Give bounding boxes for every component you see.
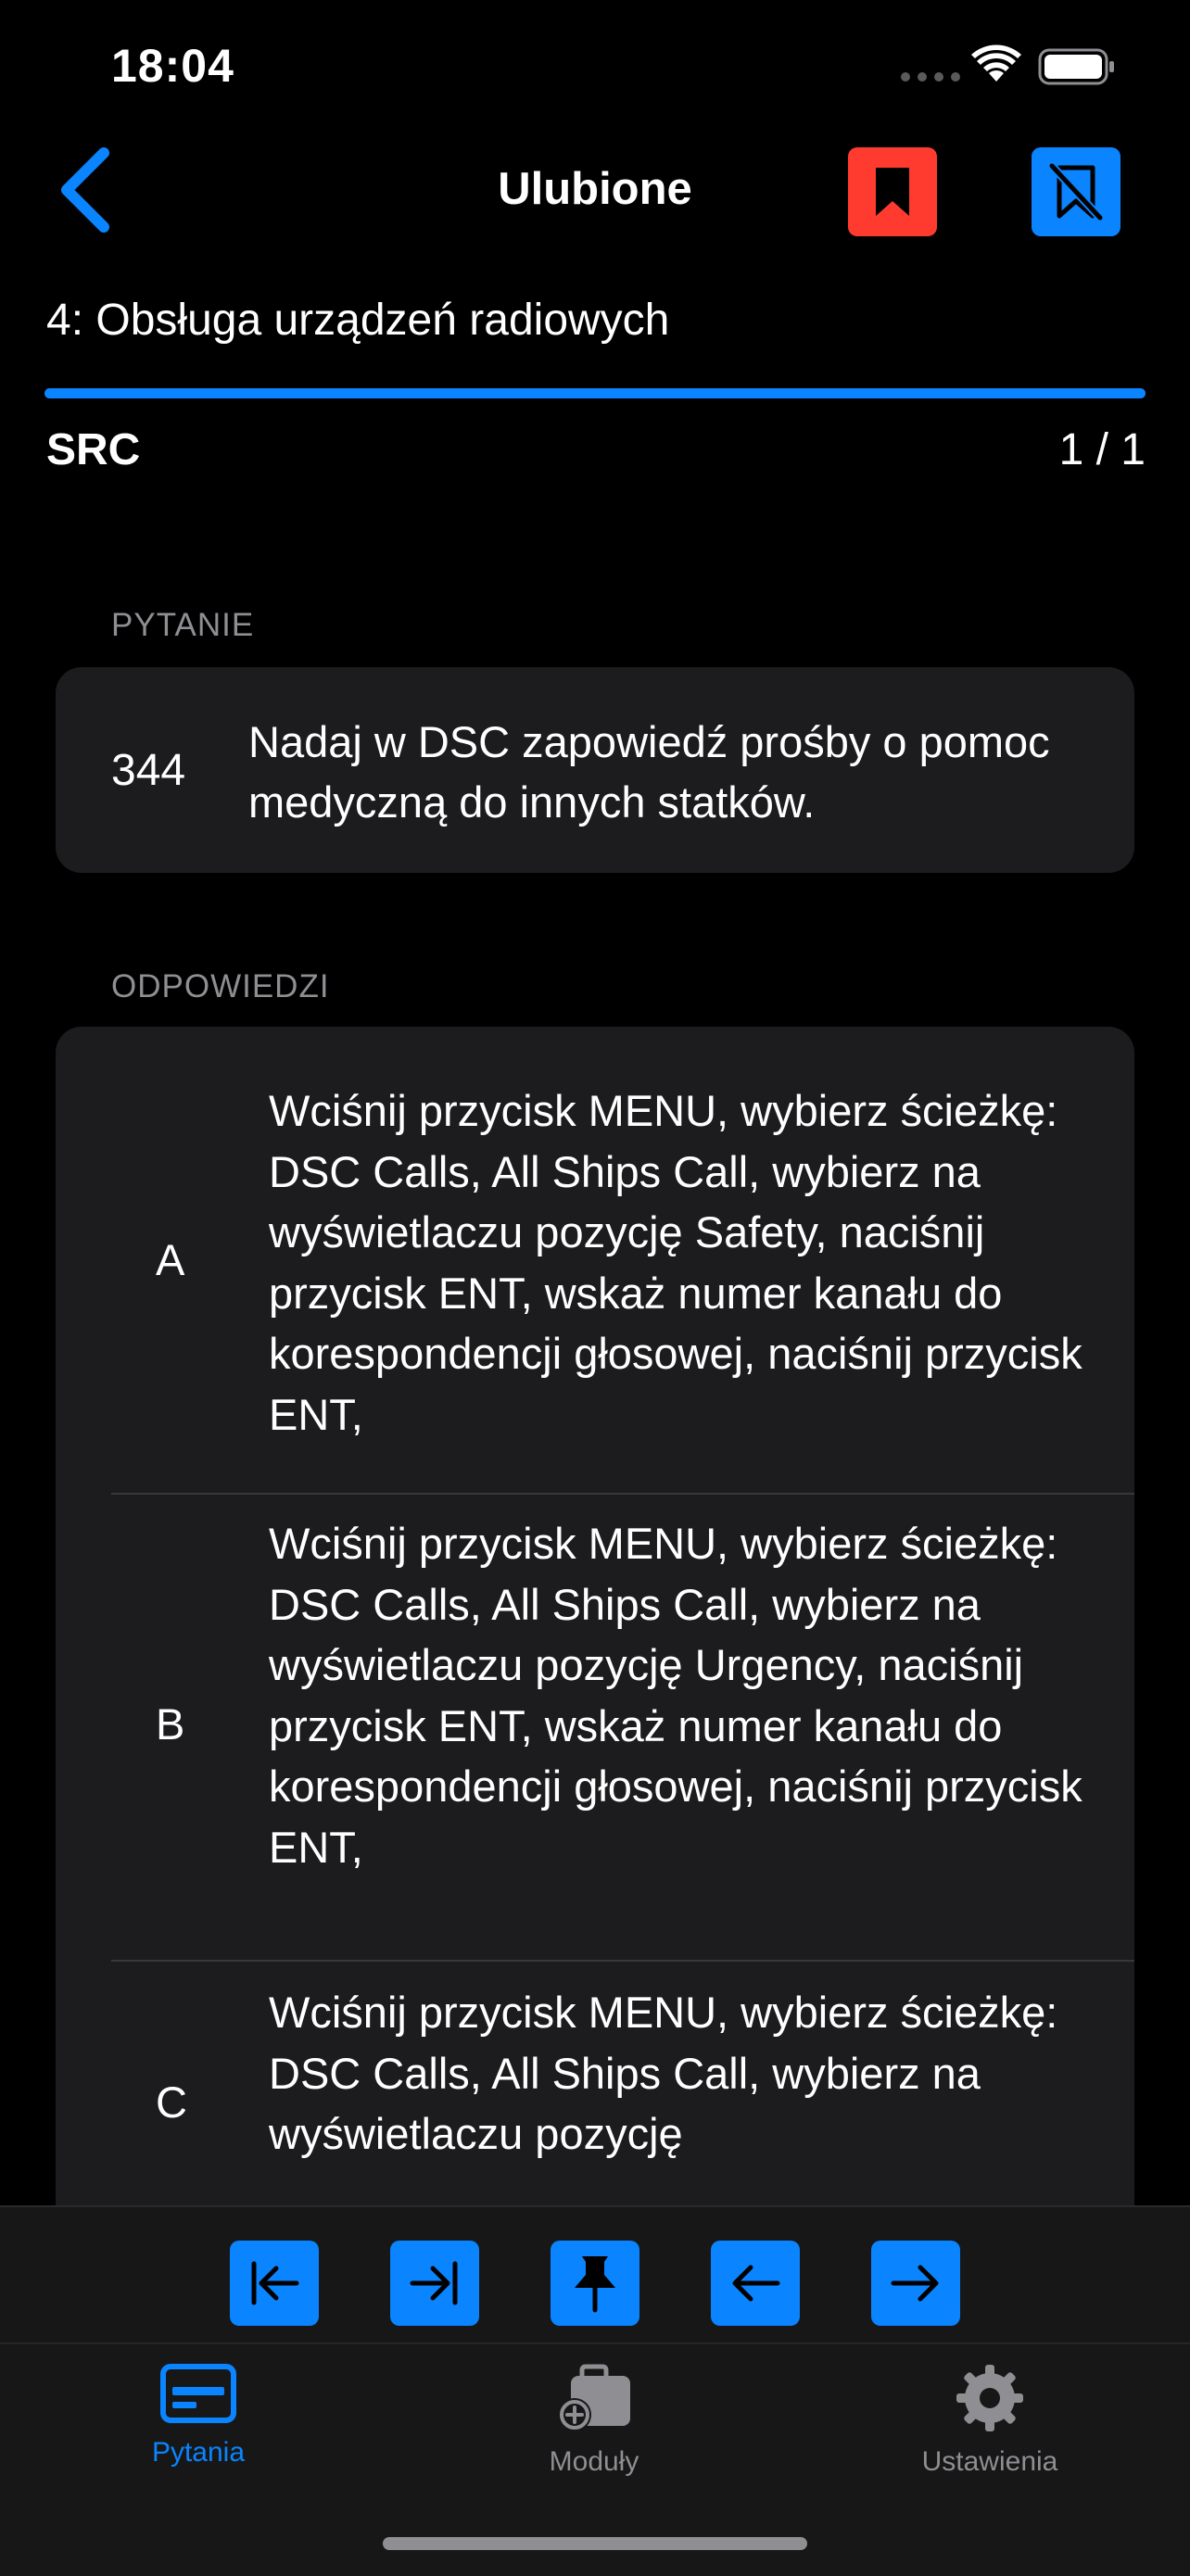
question-number: 344 xyxy=(111,745,186,795)
answer-option-c[interactable]: C Wciśnij przycisk MENU, wybierz ścieżkę… xyxy=(56,1962,1134,2231)
briefcase-plus-icon xyxy=(558,2364,630,2431)
arrow-right-icon xyxy=(891,2265,939,2302)
next-question-button[interactable] xyxy=(871,2241,960,2326)
pin-icon xyxy=(575,2256,615,2313)
bookmark-slash-icon xyxy=(1048,162,1104,221)
tab-settings[interactable]: Ustawienia xyxy=(869,2363,1110,2502)
card-icon xyxy=(160,2364,236,2423)
answer-option-b[interactable]: B Wciśnij przycisk MENU, wybierz ścieżkę… xyxy=(56,1495,1134,1958)
tab-modules[interactable]: Moduły xyxy=(474,2363,715,2502)
wifi-icon xyxy=(971,44,1021,82)
status-time: 18:04 xyxy=(111,40,234,92)
cellular-signal-icon xyxy=(901,72,960,82)
last-question-button[interactable] xyxy=(390,2241,479,2326)
answer-text: Wciśnij przycisk MENU, wybierz ścieżkę: … xyxy=(269,1519,1082,1872)
battery-icon xyxy=(1038,48,1114,85)
progress-bar xyxy=(44,388,1146,398)
answers-section-header: ODPOWIEDZI xyxy=(111,968,330,1004)
module-title: 4: Obsługa urządzeń radiowych xyxy=(46,296,670,345)
bookmark-button[interactable] xyxy=(848,147,937,236)
first-question-button[interactable] xyxy=(230,2241,319,2326)
question-toolbar xyxy=(0,2205,1190,2344)
arrow-to-start-icon xyxy=(251,2261,299,2305)
question-card: 344 Nadaj w DSC zapowiedź prośby o pomoc… xyxy=(56,667,1134,873)
answer-letter: A xyxy=(156,1235,185,1284)
answer-text: Wciśnij przycisk MENU, wybierz ścieżkę: … xyxy=(269,1988,1058,2158)
tab-label: Moduły xyxy=(549,2446,639,2477)
bookmark-icon xyxy=(876,168,909,216)
home-indicator xyxy=(383,2537,807,2550)
question-text: Nadaj w DSC zapowiedź prośby o pomoc med… xyxy=(248,717,1050,827)
answer-text: Wciśnij przycisk MENU, wybierz ścieżkę: … xyxy=(269,1086,1082,1439)
page-title: Ulubione xyxy=(498,164,692,214)
answer-option-a[interactable]: A Wciśnij przycisk MENU, wybierz ścieżkę… xyxy=(56,1027,1134,1494)
question-section-header: PYTANIE xyxy=(111,607,255,643)
tab-label: Ustawienia xyxy=(921,2446,1058,2477)
answer-letter: C xyxy=(156,2077,187,2127)
tab-label: Pytania xyxy=(151,2437,246,2468)
arrow-to-end-icon xyxy=(410,2261,458,2305)
previous-question-button[interactable] xyxy=(711,2241,800,2326)
answers-card: A Wciśnij przycisk MENU, wybierz ścieżkę… xyxy=(56,1027,1134,2231)
progress-fill xyxy=(44,388,1146,398)
remove-bookmark-button[interactable] xyxy=(1032,147,1120,236)
answer-letter: B xyxy=(156,1699,185,1749)
arrow-left-icon xyxy=(732,2265,780,2302)
tab-questions[interactable]: Pytania xyxy=(78,2363,319,2502)
status-bar: 18:04 xyxy=(0,0,1190,139)
category-label: SRC xyxy=(46,425,141,474)
question-counter: 1 / 1 xyxy=(1058,425,1146,474)
gear-icon xyxy=(956,2365,1023,2431)
pin-button[interactable] xyxy=(551,2241,639,2326)
